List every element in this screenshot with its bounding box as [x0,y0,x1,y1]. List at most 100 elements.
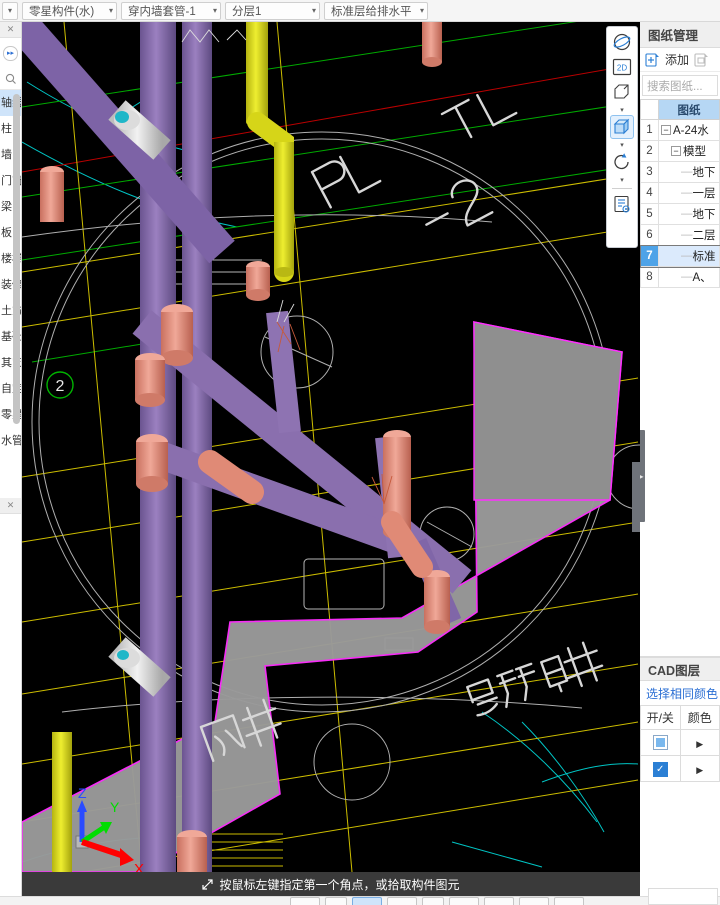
solid-dropdown-button[interactable]: ▾ [620,140,624,150]
orbit-icon-button[interactable] [610,30,634,54]
checkbox-partial-icon[interactable] [652,735,668,750]
layer-select[interactable]: 分层1 ▾ [225,1,320,20]
sidebar-item-13[interactable]: 水管道 [0,428,21,454]
tree-expander-icon[interactable]: − [671,146,681,156]
sidebar-search-button[interactable] [0,68,21,90]
drawing-select[interactable]: 标准层给排水平 ▾ [324,1,428,20]
bottom-toolbar [0,896,720,905]
sheet-row-name-cell[interactable]: — 一层 [658,182,720,204]
bottom-btn-7[interactable] [484,897,514,905]
bottom-btn-2[interactable] [325,897,347,905]
select-same-color-link[interactable]: 选择相同颜色 [640,681,720,705]
table-row[interactable]: 3— 地下 [640,161,720,183]
play-arrow-icon: ▶ [696,738,704,749]
chevron-right-icon: ▸ [640,472,644,481]
sidebar-expand-button[interactable]: ▸▸ [3,45,18,61]
display-settings-button[interactable] [610,192,634,216]
sheet-row-label: 标准 [692,251,716,263]
bottom-btn-9[interactable] [554,897,584,905]
svg-text:Z: Z [78,785,87,801]
bottom-btn-6[interactable] [449,897,479,905]
sidebar-item-list[interactable]: 轴线柱墙门窗洞梁板楼梯装修土方基础其它自定义零星构件水管道 [0,90,21,490]
play-arrow-icon: ▶ [696,764,704,775]
sidebar-close-button[interactable]: ✕ [0,22,21,38]
table-row[interactable]: 7— 标准 [640,244,720,268]
tree-expander-icon[interactable]: − [661,125,671,135]
table-row[interactable]: 8— A、 [640,266,720,288]
sheet-col-name: 图纸 [658,99,720,120]
svg-text:Y: Y [110,799,120,815]
sheet-row-index: 1 [640,119,659,141]
table-row[interactable]: 6— 二层 [640,224,720,246]
search-icon [5,73,16,84]
copy-sheet-icon[interactable] [694,52,709,67]
table-row[interactable]: 1− A-24水 [640,119,720,141]
chevron-down-icon: ▾ [7,5,12,15]
component-type-select[interactable]: 零星构件(水) ▾ [22,1,117,20]
tree-line-icon: — [681,187,693,199]
component-name-value: 穿内墙套管-1 [128,5,196,18]
sheet-row-name-cell[interactable]: — 地下 [658,203,720,225]
sheet-row-name-cell[interactable]: — 地下 [658,161,720,183]
solid-cube-icon [613,118,630,135]
sidebar-divider [0,490,21,498]
wireframe-cube-button[interactable] [610,80,634,104]
solid-cube-button[interactable] [610,115,634,139]
3d-viewport[interactable]: 2 Z Y X [22,22,640,872]
sheet-manager-title: 图纸管理 [640,22,720,48]
sheet-row-name-cell[interactable]: — 二层 [658,224,720,246]
sheet-row-index: 2 [640,140,659,162]
bottom-right-strip [648,888,718,905]
sheet-manager-panel: ▸ 图纸管理 添加 搜索图纸... 图纸 [640,22,720,657]
wireframe-dropdown-button[interactable]: ▾ [620,105,624,115]
sheet-search-placeholder: 搜索图纸... [647,80,703,93]
component-name-select[interactable]: 穿内墙套管-1 ▾ [121,1,221,20]
svg-text:X: X [134,861,144,872]
bottom-btn-1[interactable] [290,897,320,905]
bottom-btn-4[interactable] [387,897,417,905]
bottom-btn-5[interactable] [422,897,444,905]
chevron-down-icon: ▾ [620,107,624,114]
sidebar-scrollbar[interactable] [13,94,20,424]
sheet-row-name-cell[interactable]: − 模型 [658,140,720,162]
table-row[interactable]: 4— 一层 [640,182,720,204]
wireframe-cube-icon [614,84,629,99]
cad-layers-table: 开/关 颜色 ▶ ✓ ▶ [640,705,720,782]
rotate-button[interactable] [610,150,634,174]
cad-layer-color-cell[interactable]: ▶ [679,729,720,756]
checkbox-checked-icon[interactable]: ✓ [652,761,668,777]
bottom-btn-3[interactable] [352,897,382,905]
component-type-value: 零星构件(水) [29,5,95,18]
table-row[interactable]: 5— 地下 [640,203,720,225]
layer-value: 分层1 [232,5,262,18]
sheet-row-name-cell[interactable]: — 标准 [658,245,720,267]
sheet-row-name-cell[interactable]: − A-24水 [658,119,720,141]
panel-splitter[interactable]: ▸ [640,430,645,522]
toolbar-divider [612,188,632,189]
cad-layer-color-cell[interactable]: ▶ [679,755,720,782]
cad-layer-toggle-cell[interactable] [640,729,681,756]
table-row[interactable]: ✓ ▶ [640,755,720,782]
sheet-row-label: 地下 [692,167,716,179]
rotate-dropdown-button[interactable]: ▾ [620,175,624,185]
chevron-down-icon: ▾ [212,5,217,15]
sheet-row-index: 4 [640,182,659,204]
table-row[interactable]: 2− 模型 [640,140,720,162]
add-sheet-icon[interactable] [645,52,660,67]
2d-view-button[interactable]: 2D [610,55,634,79]
sheet-search-input[interactable]: 搜索图纸... [642,75,718,96]
rotate-icon [614,153,629,170]
sidebar-panel-close-button[interactable]: ✕ [0,498,21,514]
table-row[interactable]: ▶ [640,729,720,756]
toolbar-overflow-button[interactable]: ▾ [2,1,18,20]
add-sheet-label[interactable]: 添加 [665,51,689,68]
3d-scene: 2 Z Y X [22,22,640,872]
bottom-btn-8[interactable] [519,897,549,905]
sheet-row-name-cell[interactable]: — A、 [658,266,720,288]
sheet-row-label: 地下 [692,209,716,221]
chevron-down-icon: ▾ [620,142,624,149]
cad-layer-toggle-cell[interactable]: ✓ [640,755,681,782]
sheet-manager-toolbar: 添加 [640,48,720,72]
sheet-col-index [640,99,659,120]
status-bar-text: 按鼠标左键指定第一个角点，或拾取构件图元 [219,877,460,892]
